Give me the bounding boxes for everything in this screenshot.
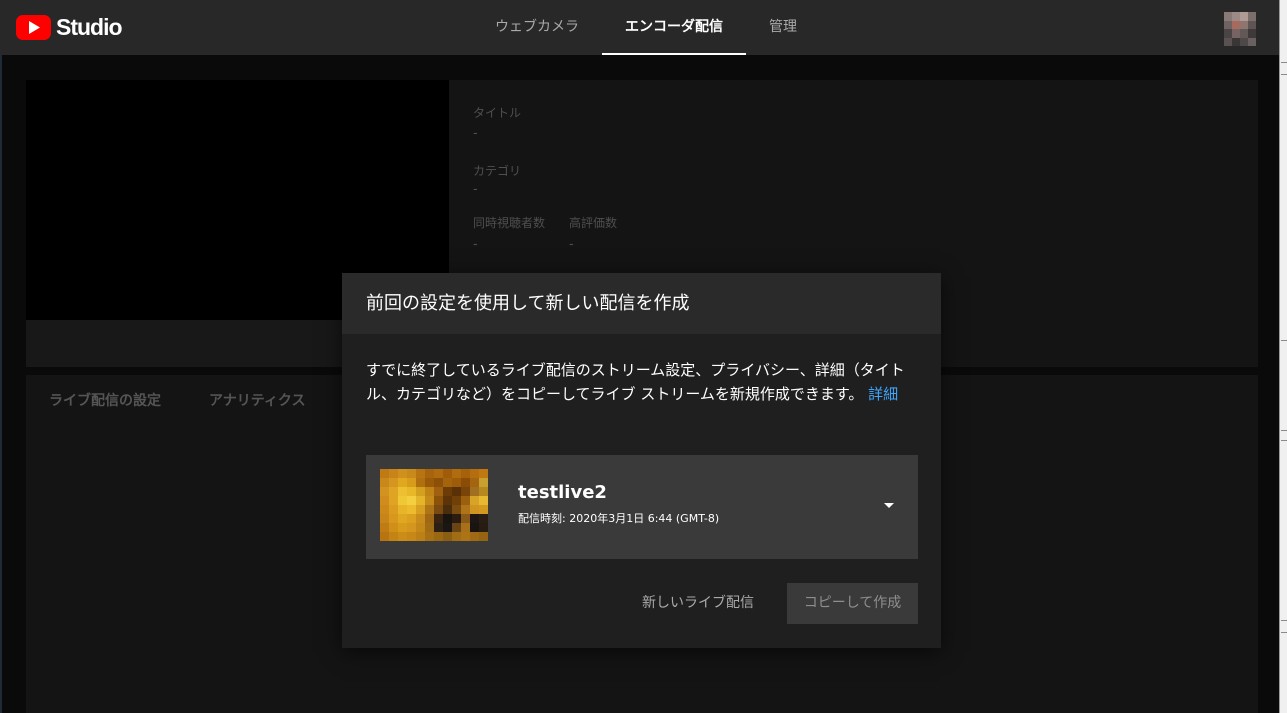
learn-more-link[interactable]: 詳細 (868, 385, 898, 403)
tab-encoder-stream[interactable]: エンコーダ配信 (602, 0, 746, 55)
tab-manage[interactable]: 管理 (746, 0, 820, 55)
tab-webcam[interactable]: ウェブカメラ (472, 0, 602, 55)
previous-stream-select[interactable]: testlive2 配信時刻: 2020年3月1日 6:44 (GMT-8) (366, 455, 918, 559)
copy-and-create-button[interactable]: コピーして作成 (787, 583, 918, 624)
dialog-description: すでに終了しているライブ配信のストリーム設定、プライバシー、詳細（タイトル、カテ… (366, 358, 918, 406)
concurrent-viewers-label: 同時視聴者数 (473, 216, 546, 230)
title-value: - (473, 126, 478, 141)
category-label: カテゴリ (473, 164, 522, 178)
stream-title: testlive2 (518, 482, 607, 503)
subtab-analytics[interactable]: アナリティクス (209, 390, 305, 410)
likes-value: - (569, 237, 574, 252)
dropdown-caret-icon[interactable] (884, 503, 894, 508)
subtab-stream-settings[interactable]: ライブ配信の設定 (49, 390, 161, 410)
browser-right-edge (1279, 0, 1287, 713)
category-value: - (473, 182, 478, 197)
likes-label: 高評価数 (569, 216, 618, 230)
dialog-title: 前回の設定を使用して新しい配信を作成 (342, 273, 941, 334)
stream-thumbnail (380, 469, 506, 541)
dialog-description-text: すでに終了しているライブ配信のストリーム設定、プライバシー、詳細（タイトル、カテ… (366, 361, 905, 403)
youtube-play-icon (16, 15, 51, 40)
main-tabs: ウェブカメラ エンコーダ配信 管理 (472, 0, 820, 55)
avatar[interactable] (1224, 12, 1256, 46)
new-live-stream-button[interactable]: 新しいライブ配信 (632, 583, 764, 623)
reuse-settings-dialog: 前回の設定を使用して新しい配信を作成 すでに終了しているライブ配信のストリーム設… (342, 273, 941, 648)
stream-time: 配信時刻: 2020年3月1日 6:44 (GMT-8) (518, 512, 720, 525)
brand-name: Studio (56, 14, 123, 40)
title-label: タイトル (473, 106, 522, 120)
left-edge-strip (0, 55, 2, 713)
youtube-studio-logo[interactable]: Studio (16, 14, 123, 41)
top-bar: Studio ウェブカメラ エンコーダ配信 管理 (0, 0, 1279, 55)
concurrent-viewers-value: - (473, 237, 478, 252)
